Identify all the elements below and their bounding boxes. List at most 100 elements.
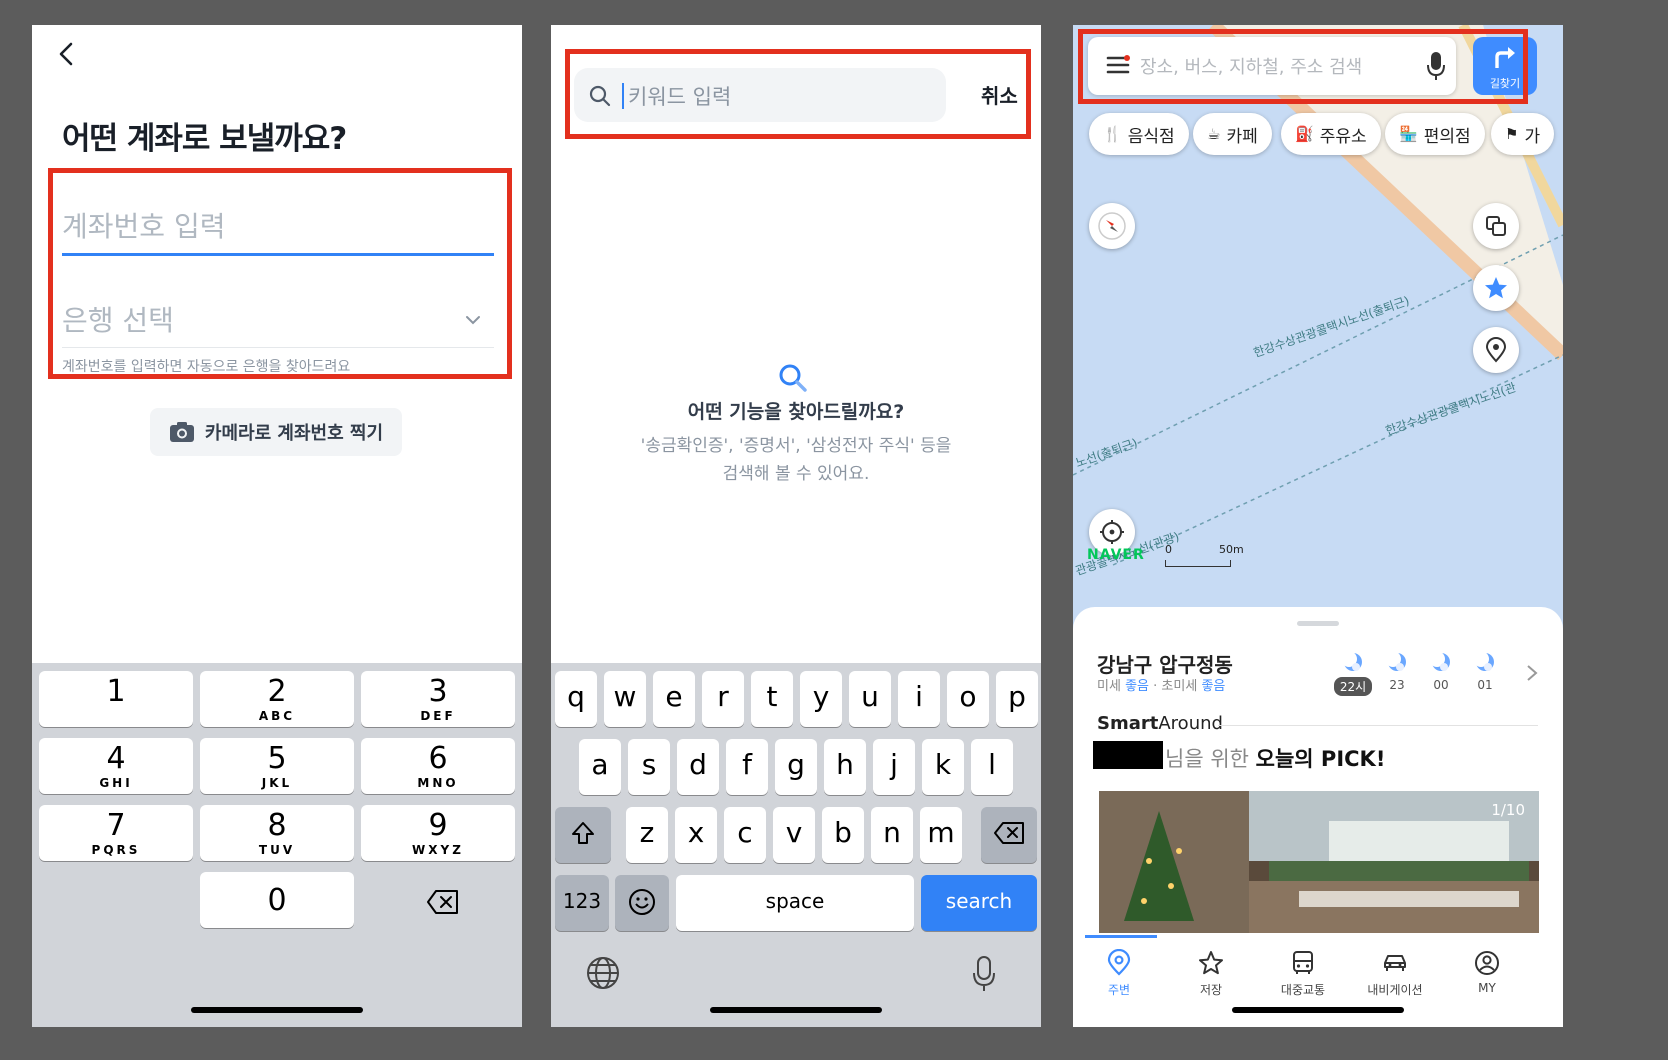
numbers-key[interactable]: 123 — [555, 875, 609, 931]
backspace-icon[interactable] — [426, 889, 460, 915]
weather-hour: 22시 — [1333, 651, 1373, 696]
cancel-button[interactable]: 취소 — [981, 80, 1018, 109]
key-g[interactable]: g — [775, 739, 817, 795]
key-h[interactable]: h — [824, 739, 866, 795]
backspace-icon — [994, 822, 1024, 844]
place-search-input[interactable]: 장소, 버스, 지하철, 주소 검색 — [1088, 37, 1456, 95]
key-c[interactable]: c — [724, 807, 766, 863]
key-e[interactable]: e — [653, 671, 695, 727]
smart-around-logo: SmartAround — [1097, 713, 1223, 734]
category-chip-more[interactable]: ⚑ 가 — [1491, 113, 1555, 155]
search-icon — [589, 85, 611, 107]
shift-key[interactable] — [555, 807, 611, 863]
key-l[interactable]: l — [971, 739, 1013, 795]
chevron-down-icon — [466, 316, 480, 325]
menu-icon[interactable] — [1106, 55, 1130, 75]
tab-nearby[interactable]: 주변 — [1079, 949, 1159, 998]
key-o[interactable]: o — [947, 671, 989, 727]
delete-key[interactable] — [981, 807, 1037, 863]
key-a[interactable]: a — [579, 739, 621, 795]
coffee-icon: ☕ — [1207, 125, 1221, 143]
bottom-sheet[interactable]: 강남구 압구정동 미세 좋음 · 초미세 좋음 22시 23 00 01 Sma… — [1073, 607, 1563, 1027]
key-v[interactable]: v — [773, 807, 815, 863]
key-3[interactable]: 3 DEF — [361, 671, 515, 727]
key-8[interactable]: 8 TUV — [200, 805, 354, 861]
globe-icon[interactable] — [585, 955, 621, 991]
key-m[interactable]: m — [920, 807, 962, 863]
sheet-drag-handle[interactable] — [1297, 621, 1339, 626]
directions-button[interactable]: 길찾기 — [1473, 37, 1537, 95]
key-w[interactable]: w — [604, 671, 646, 727]
tab-navigation[interactable]: 내비게이션 — [1355, 949, 1435, 998]
category-chip-cafe[interactable]: ☕ 카페 — [1193, 113, 1272, 155]
chevron-right-icon[interactable] — [1525, 663, 1539, 683]
my-place-button[interactable] — [1473, 327, 1519, 373]
key-i[interactable]: i — [898, 671, 940, 727]
key-y[interactable]: y — [800, 671, 842, 727]
back-arrow-icon[interactable] — [52, 39, 82, 69]
car-icon — [1384, 955, 1406, 971]
restaurant-photo-image — [1099, 791, 1539, 933]
recommendation-photo[interactable]: 1/10 — [1099, 791, 1539, 933]
photo-counter: 1/10 — [1491, 801, 1525, 819]
tab-transit[interactable]: 대중교통 — [1263, 949, 1343, 998]
layers-icon — [1486, 216, 1506, 236]
key-b[interactable]: b — [822, 807, 864, 863]
key-4[interactable]: 4 GHI — [39, 738, 193, 794]
key-s[interactable]: s — [628, 739, 670, 795]
category-chip-convenience-store[interactable]: 🏪 편의점 — [1385, 113, 1485, 155]
key-j[interactable]: j — [873, 739, 915, 795]
crosshair-icon — [1100, 520, 1124, 544]
category-chip-gas-station[interactable]: ⛽ 주유소 — [1281, 113, 1381, 155]
key-k[interactable]: k — [922, 739, 964, 795]
key-u[interactable]: u — [849, 671, 891, 727]
naver-map-screen: 한강수상관광콜택시노선(출퇴근) 한강수상관광콜택시노선(관 노선(출퇴근) 관… — [1073, 25, 1563, 1027]
bottom-tab-bar: 주변 저장 대중교통 내비게이션 MY — [1073, 941, 1563, 1011]
favorites-button[interactable] — [1473, 265, 1519, 311]
camera-scan-button[interactable]: 카메라로 계좌번호 찍기 — [150, 408, 402, 456]
microphone-icon[interactable] — [1426, 51, 1446, 81]
camera-scan-label: 카메라로 계좌번호 찍기 — [204, 423, 384, 444]
key-t[interactable]: t — [751, 671, 793, 727]
keyword-search-input[interactable]: 키워드 입력 — [574, 68, 946, 122]
compass-button[interactable] — [1089, 203, 1135, 249]
key-p[interactable]: p — [996, 671, 1038, 727]
category-chip-restaurant[interactable]: 🍴 음식점 — [1089, 113, 1189, 155]
active-tab-indicator — [1085, 935, 1157, 938]
search-key[interactable]: search — [921, 875, 1037, 931]
account-number-placeholder: 계좌번호 입력 — [62, 210, 226, 243]
divider — [1218, 725, 1538, 726]
emoji-key[interactable] — [615, 875, 669, 931]
home-indicator — [1232, 1007, 1404, 1013]
key-7[interactable]: 7 PQRS — [39, 805, 193, 861]
key-x[interactable]: x — [675, 807, 717, 863]
key-d[interactable]: d — [677, 739, 719, 795]
current-area-name: 강남구 압구정동 — [1097, 653, 1233, 677]
key-2[interactable]: 2 ABC — [200, 671, 354, 727]
key-q[interactable]: q — [555, 671, 597, 727]
key-z[interactable]: z — [626, 807, 668, 863]
key-n[interactable]: n — [871, 807, 913, 863]
tab-my[interactable]: MY — [1447, 949, 1527, 995]
key-r[interactable]: r — [702, 671, 744, 727]
search-icon — [779, 364, 807, 392]
camera-icon — [169, 422, 194, 442]
bank-select-dropdown[interactable]: 은행 선택 — [62, 293, 494, 348]
key-5[interactable]: 5 JKL — [200, 738, 354, 794]
key-9[interactable]: 9 WXYZ — [361, 805, 515, 861]
weather-hour: 23 — [1377, 651, 1417, 693]
key-0[interactable]: 0 — [200, 872, 354, 928]
weather-hour: 00 — [1421, 651, 1461, 693]
feature-search-screen: 키워드 입력 취소 어떤 기능을 찾아드릴까요? '송금확인증', '증명서',… — [551, 25, 1041, 1027]
account-number-input[interactable]: 계좌번호 입력 — [62, 199, 494, 256]
map-canvas[interactable]: 한강수상관광콜택시노선(출퇴근) 한강수상관광콜택시노선(관 노선(출퇴근) 관… — [1073, 25, 1563, 635]
moon-icon — [1430, 651, 1450, 671]
microphone-icon[interactable] — [971, 955, 997, 993]
key-1[interactable]: 1 — [39, 671, 193, 727]
key-f[interactable]: f — [726, 739, 768, 795]
space-key[interactable]: space — [676, 875, 914, 931]
location-pin-icon — [1485, 337, 1507, 363]
key-6[interactable]: 6 MNO — [361, 738, 515, 794]
tab-saved[interactable]: 저장 — [1171, 949, 1251, 998]
layers-button[interactable] — [1473, 203, 1519, 249]
